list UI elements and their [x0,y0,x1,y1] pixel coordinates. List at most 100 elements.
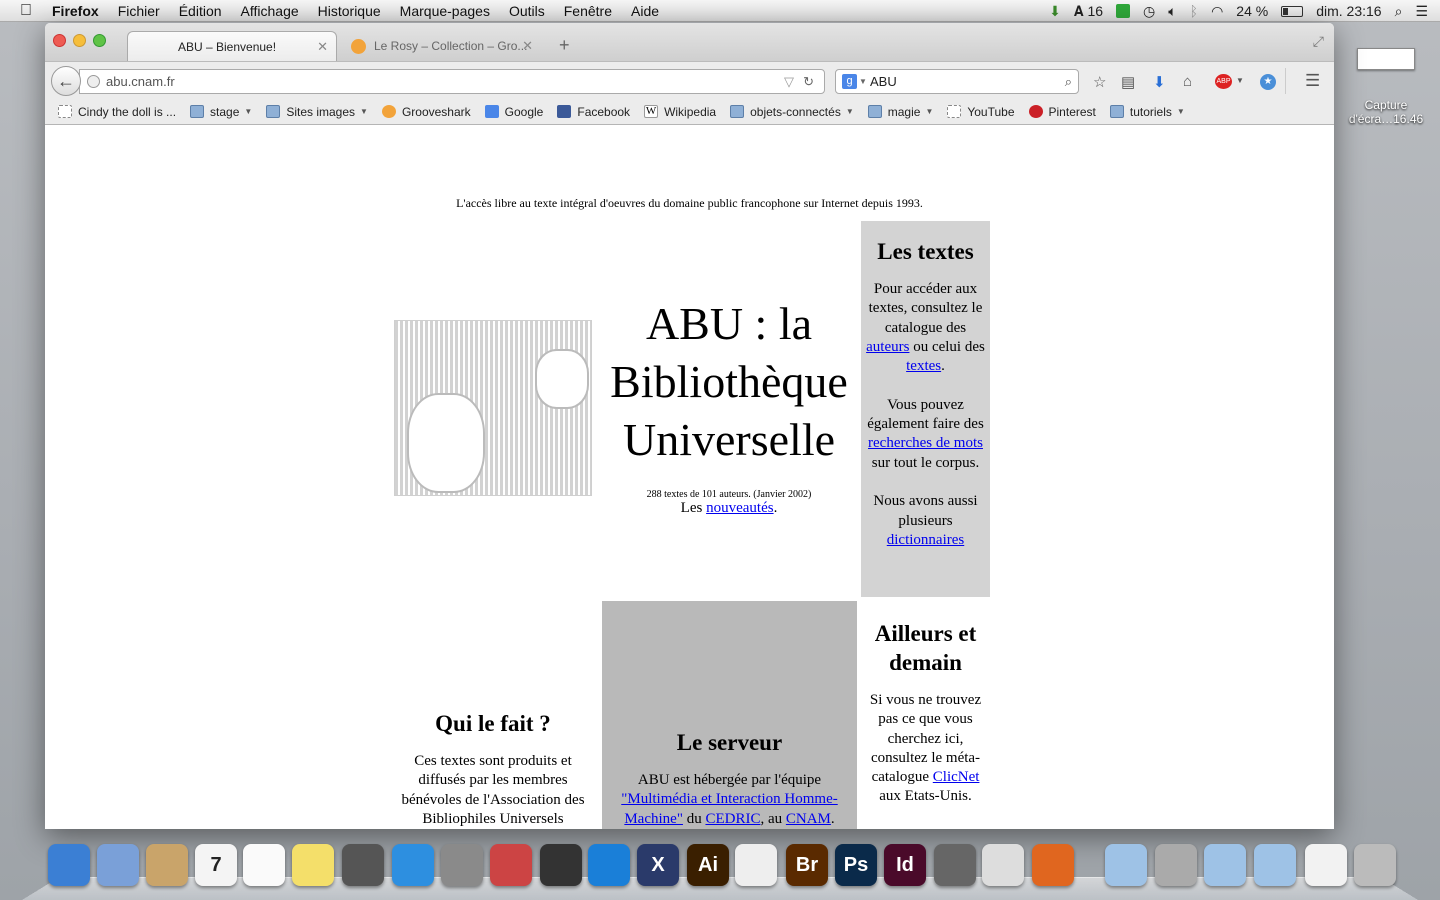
hard-drive-icon[interactable] [1155,844,1197,886]
hamburger-menu-icon[interactable]: ☰ [1305,71,1320,91]
bookmark-folder-tutoriels[interactable]: tutoriels ▼ [1109,105,1185,119]
trash-icon[interactable] [1354,844,1396,886]
menu-app-name[interactable]: Firefox [52,3,99,19]
url-bar[interactable]: abu.cnam.fr ▽ ↻ [79,69,825,94]
home-icon[interactable]: ⌂ [1183,73,1192,90]
wifi-icon[interactable]: ◠ [1211,3,1223,20]
tab-close-icon[interactable]: ✕ [522,38,533,54]
clicnet-link[interactable]: ClicNet [933,769,980,785]
browser-window: ABU – Bienvenue! ✕ Le Rosy – Collection … [45,23,1334,829]
firefox-icon[interactable] [1032,844,1074,886]
adblock-plus-icon[interactable]: ABP [1215,74,1232,89]
imovie-icon[interactable] [540,844,582,886]
menu-historique[interactable]: Historique [318,3,381,19]
close-window-icon[interactable] [53,34,66,47]
menu-marque-pages[interactable]: Marque-pages [400,3,490,19]
chevron-down-icon: ▼ [925,107,934,116]
search-bar[interactable]: g ▼ ABU ⌕ [835,69,1079,94]
reminders-icon[interactable] [243,844,285,886]
engine-dropdown-icon[interactable]: ▼ [859,70,867,93]
bookmarks-menu-icon[interactable]: ▤ [1121,73,1135,91]
tab-le-rosy[interactable]: Le Rosy – Collection – Gro... ✕ [341,31,541,61]
menu-fichier[interactable]: Fichier [118,3,160,19]
screenshot-file-icon[interactable] [1305,844,1347,886]
bookmark-google[interactable]: Google [484,105,543,119]
cyberduck-icon[interactable] [588,844,630,886]
recherches-link[interactable]: recherches de mots [868,435,983,451]
illustrator-icon[interactable]: Ai [687,844,729,886]
tab-abu[interactable]: ABU – Bienvenue! ✕ [127,31,337,61]
bookmark-star-icon[interactable]: ☆ [1093,73,1106,91]
notification-center-icon[interactable]: ☰ [1415,3,1428,20]
system-preferences-icon[interactable] [441,844,483,886]
bookmark-pinterest[interactable]: Pinterest [1028,105,1096,119]
nouveautes-link[interactable]: nouveautés [706,500,773,516]
downloads-folder-icon[interactable] [1254,844,1296,886]
new-tab-icon[interactable]: + [559,35,570,56]
evernote-status-icon[interactable] [1116,4,1131,18]
screenshot-icon[interactable] [934,844,976,886]
bookmark-wikipedia[interactable]: W Wikipedia [644,105,716,119]
finder-icon[interactable] [48,844,90,886]
menu-outils[interactable]: Outils [509,3,545,19]
bluetooth-icon[interactable]: ᛒ [1190,3,1198,19]
cnam-link[interactable]: CNAM [786,811,831,827]
clock[interactable]: dim. 23:16 [1316,3,1381,19]
applications-folder-icon[interactable] [1204,844,1246,886]
documents-folder-icon[interactable] [1105,844,1147,886]
desktop-screenshot-file[interactable]: Capture d'écra…16.46 [1346,48,1426,126]
contacts-icon[interactable] [146,844,188,886]
bookmark-folder-stage[interactable]: stage ▼ [190,105,252,119]
back-button[interactable]: ← [51,66,81,96]
bookmark-folder-objets-connectes[interactable]: objets-connectés ▼ [730,105,854,119]
minimize-window-icon[interactable] [73,34,86,47]
bookmark-facebook[interactable]: Facebook [557,105,630,119]
x11-icon[interactable]: X [637,844,679,886]
photo-icon[interactable] [342,844,384,886]
textedit-icon[interactable] [735,844,777,886]
app-icon[interactable] [490,844,532,886]
itunes-icon[interactable] [392,844,434,886]
tab-close-icon[interactable]: ✕ [317,39,328,55]
apple-menu-icon[interactable]:  [0,2,52,20]
photoshop-icon[interactable]: Ps [835,844,877,886]
battery-percent[interactable]: 24 % [1236,3,1268,19]
bookmarks-toolbar: Cindy the doll is ... stage ▼ Sites image… [45,99,1334,195]
battery-icon[interactable] [1281,5,1304,17]
menu-affichage[interactable]: Affichage [241,3,299,19]
google-engine-icon[interactable]: g [842,74,857,89]
downloads-icon[interactable]: ⬇ [1153,73,1166,91]
extension-icon[interactable]: ★ [1260,74,1276,90]
bookmark-grooveshark[interactable]: Grooveshark [381,105,471,119]
calendar-icon[interactable]: 7 [195,844,237,886]
menu-edition[interactable]: Édition [179,3,222,19]
grab-icon[interactable] [982,844,1024,886]
notes-icon[interactable] [292,844,334,886]
time-machine-icon[interactable]: ◷ [1143,3,1155,20]
download-status-icon[interactable]: ⬇ [1049,3,1061,20]
volume-icon[interactable]: 🔈︎ [1168,3,1176,20]
fullscreen-icon[interactable]: ⤢ [1313,33,1324,50]
bookmark-folder-magie[interactable]: magie ▼ [867,105,934,119]
auteurs-link[interactable]: auteurs [866,339,909,355]
menu-fenetre[interactable]: Fenêtre [564,3,612,19]
zoom-window-icon[interactable] [93,34,106,47]
chevron-down-icon: ▼ [845,107,854,116]
bookmark-youtube[interactable]: YouTube [947,105,1015,119]
bridge-icon[interactable]: Br [786,844,828,886]
dictionnaires-link[interactable]: dictionnaires [887,532,964,548]
menu-aide[interactable]: Aide [631,3,659,19]
cedric-link[interactable]: CEDRIC [705,811,760,827]
spotlight-icon[interactable]: ⌕ [1395,3,1403,20]
search-icon[interactable]: ⌕ [1065,70,1072,93]
bookmark-folder-sites-images[interactable]: Sites images ▼ [266,105,368,119]
url-dropdown-icon[interactable]: ▽ [784,70,794,93]
indesign-icon[interactable]: Id [884,844,926,886]
textes-link[interactable]: textes [906,358,941,374]
mail-icon[interactable] [97,844,139,886]
reload-icon[interactable]: ↻ [803,70,814,93]
bookmark-cindy[interactable]: Cindy the doll is ... [58,105,176,119]
adblock-dropdown-icon[interactable]: ▼ [1236,76,1244,85]
site-identity-icon[interactable] [87,75,100,88]
adobe-status-icon[interactable]: 𝐀 16 [1074,3,1103,20]
